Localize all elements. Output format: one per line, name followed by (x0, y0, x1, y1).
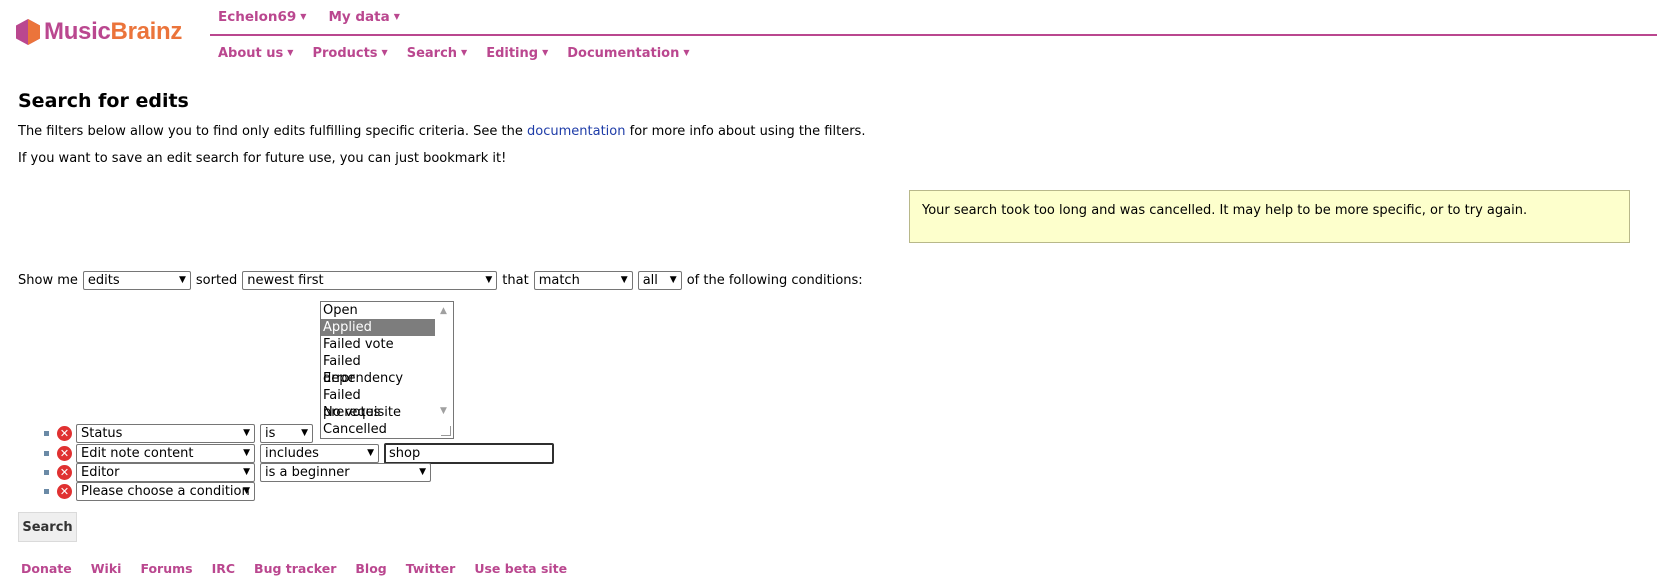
status-multiselect[interactable]: Open Applied Failed vote Failed dependen… (320, 301, 454, 439)
chevron-down-icon: ▼ (243, 486, 250, 496)
logo-text: MusicBrainz (44, 18, 183, 45)
main-nav: About us ▼ Products ▼ Search ▼ Editing ▼ Doc… (218, 46, 690, 61)
bullet-icon (44, 431, 49, 436)
nav-search[interactable]: Search ▼ (407, 46, 467, 61)
caret-down-icon: ▼ (461, 48, 468, 57)
topnav-my-data[interactable]: My data ▼ (328, 9, 399, 25)
chevron-down-icon: ▼ (243, 428, 250, 438)
chevron-down-icon: ▼ (419, 467, 426, 477)
footer-links: Donate Wiki Forums IRC Bug tracker Blog … (21, 561, 567, 576)
bullet-icon (44, 470, 49, 475)
listbox-scrollbar[interactable]: ▲ ▼ (437, 302, 453, 438)
status-option[interactable]: Failed prerequisite (321, 387, 435, 420)
chevron-down-icon: ▼ (178, 275, 186, 285)
condition-row: ✕ Status ▼ is ▼ (44, 424, 313, 443)
show-me-label: Show me (18, 273, 78, 288)
condition-row: ✕ Editor ▼ is a beginner ▼ (44, 463, 431, 482)
condition-operator-select[interactable]: is a beginner ▼ (260, 463, 431, 482)
remove-condition-icon[interactable]: ✕ (57, 484, 72, 499)
caret-down-icon: ▼ (542, 48, 549, 57)
musicbrainz-logo[interactable]: MusicBrainz (16, 18, 182, 46)
caret-down-icon: ▼ (381, 48, 388, 57)
status-option[interactable]: Failed dependency (321, 353, 435, 386)
status-option[interactable]: Failed vote (321, 336, 435, 353)
nav-about-us[interactable]: About us ▼ (218, 46, 293, 61)
chevron-down-icon: ▼ (243, 467, 250, 477)
condition-operator-select[interactable]: is ▼ (260, 424, 313, 443)
footer-link-beta-site[interactable]: Use beta site (474, 561, 567, 576)
caret-down-icon: ▼ (300, 12, 307, 21)
footer-link-blog[interactable]: Blog (355, 561, 386, 576)
status-option[interactable]: Applied (321, 319, 435, 336)
chevron-down-icon: ▼ (620, 275, 628, 285)
edit-type-select[interactable]: edits ▼ (82, 271, 191, 290)
caret-down-icon: ▼ (683, 48, 690, 57)
chevron-down-icon: ▼ (243, 448, 250, 458)
condition-field-select[interactable]: Editor ▼ (76, 463, 255, 482)
status-option[interactable]: Open (321, 302, 435, 319)
chevron-down-icon: ▼ (485, 275, 493, 285)
condition-field-select[interactable]: Status ▼ (76, 424, 255, 443)
remove-condition-icon[interactable]: ✕ (57, 465, 72, 480)
condition-field-select[interactable]: Edit note content ▼ (76, 444, 255, 463)
footer-link-irc[interactable]: IRC (212, 561, 235, 576)
scroll-down-icon[interactable]: ▼ (440, 406, 447, 416)
sort-order-select[interactable]: newest first ▼ (242, 271, 498, 290)
resize-grip-icon[interactable] (441, 426, 451, 436)
caret-down-icon: ▼ (393, 12, 400, 21)
sorted-label: sorted (195, 273, 238, 288)
topnav-user[interactable]: Echelon69 ▼ (218, 9, 306, 25)
bookmark-note: If you want to save an edit search for f… (18, 151, 507, 166)
footer-link-twitter[interactable]: Twitter (406, 561, 456, 576)
conditions-label: of the following conditions: (686, 273, 863, 288)
bullet-icon (44, 489, 49, 494)
condition-row: ✕ Edit note content ▼ includes ▼ shop (44, 443, 554, 464)
caret-down-icon: ▼ (287, 48, 294, 57)
condition-operator-select[interactable]: includes ▼ (260, 444, 379, 463)
status-option[interactable]: No votes (321, 404, 435, 421)
footer-link-wiki[interactable]: Wiki (91, 561, 122, 576)
search-button[interactable]: Search (18, 512, 77, 542)
bullet-icon (44, 451, 49, 456)
remove-condition-icon[interactable]: ✕ (57, 426, 72, 441)
chevron-down-icon: ▼ (301, 428, 308, 438)
nav-divider (210, 34, 1657, 36)
documentation-link[interactable]: documentation (527, 124, 625, 139)
chevron-down-icon: ▼ (367, 448, 374, 458)
condition-field-select[interactable]: Please choose a condition ▼ (76, 482, 255, 501)
musicbrainz-logo-icon (16, 19, 40, 45)
query-options-row: Show me edits ▼ sorted newest first ▼ that… (18, 271, 863, 290)
chevron-down-icon: ▼ (669, 275, 677, 285)
remove-condition-icon[interactable]: ✕ (57, 446, 72, 461)
condition-row: ✕ Please choose a condition ▼ (44, 482, 255, 501)
footer-link-forums[interactable]: Forums (140, 561, 192, 576)
quantifier-select[interactable]: all ▼ (637, 271, 682, 290)
that-label: that (502, 273, 529, 288)
condition-value-input[interactable]: shop (384, 443, 554, 464)
intro-text: The filters below allow you to find only… (18, 124, 866, 139)
search-timeout-warning: Your search took too long and was cancel… (909, 190, 1630, 243)
status-option[interactable]: Cancelled (321, 421, 435, 438)
scroll-up-icon[interactable]: ▲ (440, 306, 447, 316)
nav-editing[interactable]: Editing ▼ (486, 46, 548, 61)
footer-link-bug-tracker[interactable]: Bug tracker (254, 561, 336, 576)
site-header: MusicBrainz Echelon69 ▼ My data ▼ About us… (0, 0, 1657, 75)
nav-documentation[interactable]: Documentation ▼ (567, 46, 689, 61)
user-menu: Echelon69 ▼ My data ▼ (218, 9, 400, 25)
page-title: Search for edits (18, 90, 189, 112)
nav-products[interactable]: Products ▼ (312, 46, 387, 61)
match-select[interactable]: match ▼ (533, 271, 633, 290)
footer-link-donate[interactable]: Donate (21, 561, 72, 576)
